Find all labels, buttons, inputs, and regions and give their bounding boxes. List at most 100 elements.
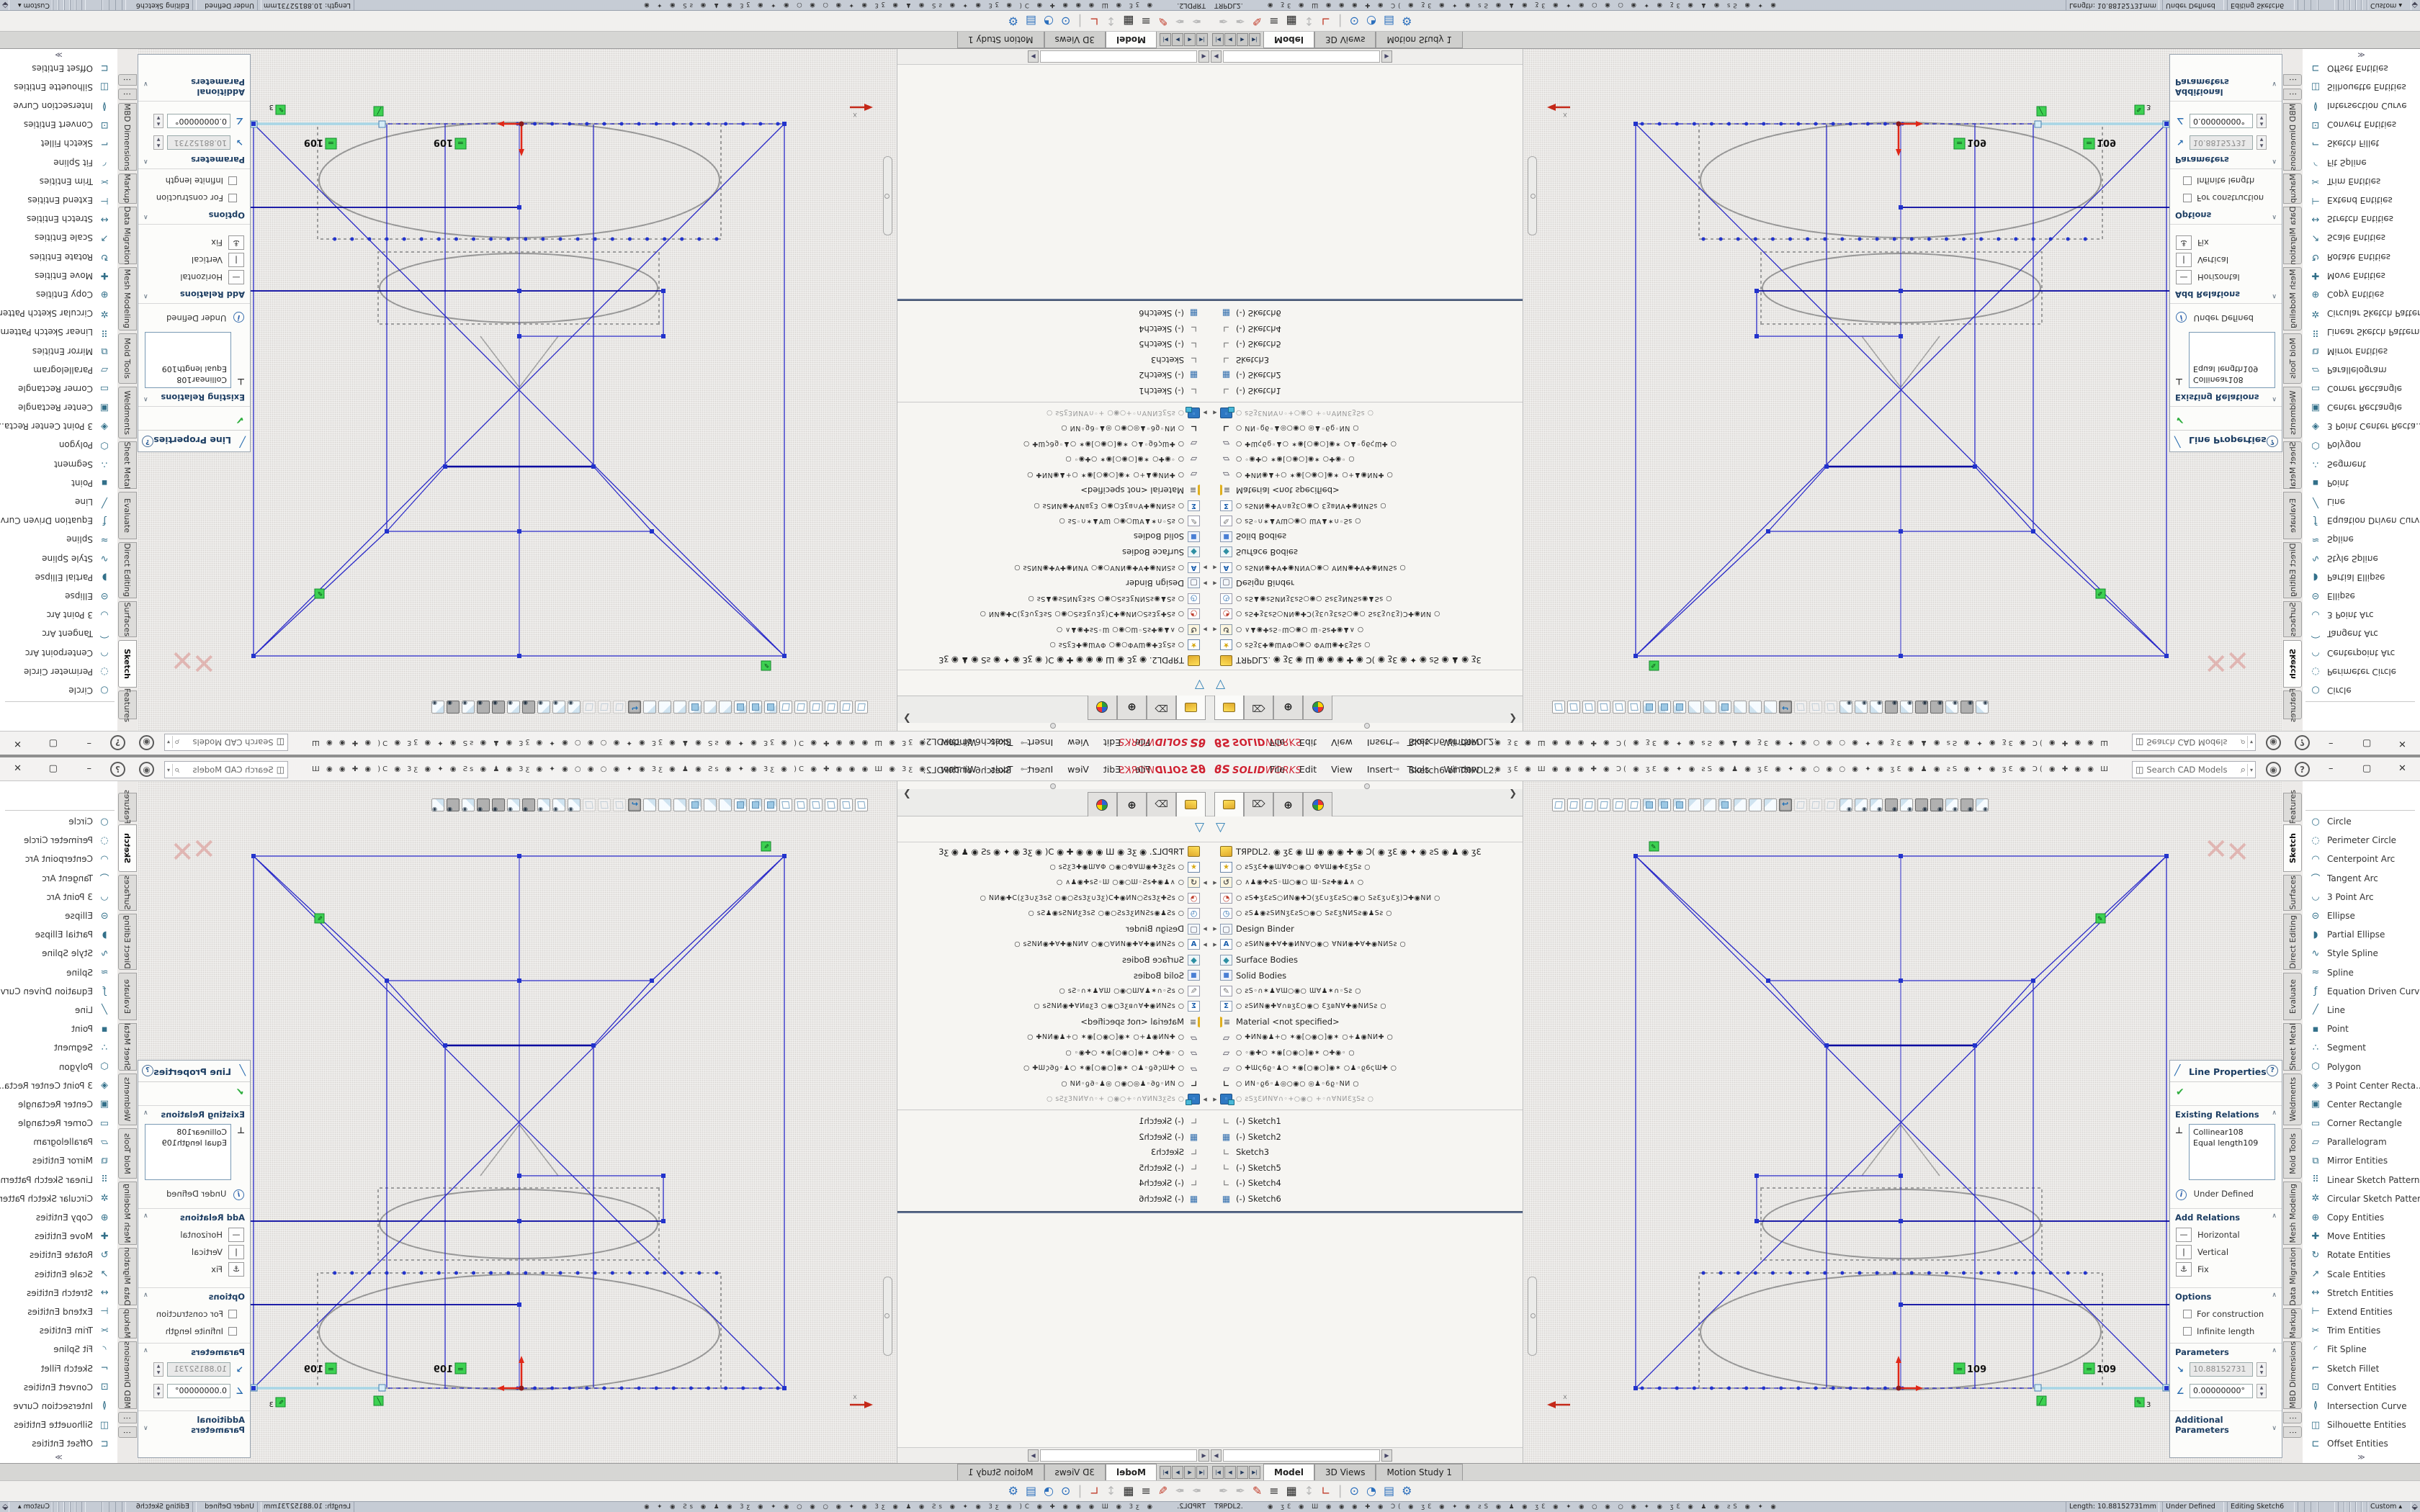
panel-splitter[interactable] — [1524, 49, 1541, 731]
command-tab[interactable]: Markup — [2283, 174, 2302, 204]
tree-row[interactable]: Sketch3 — [897, 1145, 1210, 1161]
search-icon[interactable]: ⌕ — [2241, 765, 2246, 775]
minimize-button[interactable]: – — [87, 738, 92, 749]
cancel-sketch-icon[interactable]: ✕ — [2226, 643, 2250, 676]
tab-nav-button[interactable]: |◀ — [1196, 33, 1208, 46]
options-header[interactable]: Options∧ — [2170, 210, 2282, 225]
options-header[interactable]: Options∧ — [138, 1287, 250, 1302]
sketch-tool-item[interactable]: ∿ Style Spline — [2303, 549, 2420, 568]
sketch-tool-item[interactable]: ↗ Scale Entities — [0, 228, 117, 247]
tree-row[interactable]: TЯPDL2. ◉ ʒƐ ◉ Ш ◉ ◉ ◉ ✚ ◉ Ɔ( ◉ ʒƐ ◉ ✦ ◉… — [897, 844, 1210, 860]
divider[interactable]: | — [1338, 1485, 1343, 1498]
sketch-tool-item[interactable]: ╱ Line — [2303, 492, 2420, 511]
scroll-right-button[interactable]: ▶ — [1028, 50, 1039, 63]
expand-arrow-icon[interactable]: ▶ — [1210, 564, 1220, 570]
menu-item[interactable]: View — [1065, 762, 1091, 776]
dimension-109-left[interactable]: = 109 — [434, 1363, 466, 1375]
camera-gear[interactable]: ⊙ — [1350, 15, 1359, 27]
pin-icon[interactable]: ⊸ — [1021, 764, 1028, 774]
folder-check[interactable]: ▤ — [1026, 1485, 1036, 1497]
existing-relations-header[interactable]: Existing Relations∧ — [138, 392, 250, 407]
command-tab[interactable]: ⋮ — [2283, 1426, 2302, 1438]
tree-row[interactable]: Sketch3 — [897, 352, 1210, 368]
quick-toolbar-icons[interactable]: ◉ ʒƐ ◉ Ш ◉ ◉ ◉ ✚ ◉ Ɔ( ◉ ʒƐ ◉ ✦ ◉ ƨS ◉ ♟ … — [306, 739, 926, 747]
sketch-tool-item[interactable]: ⧉ Mirror Entities — [2303, 341, 2420, 360]
sketch-tool-item[interactable]: ◌ Perimeter Circle — [2303, 831, 2420, 850]
command-tab[interactable]: Evaluate — [2283, 973, 2302, 1020]
search-icon[interactable]: ⌕ — [174, 765, 179, 775]
parameter-input[interactable]: 10.88152731 — [167, 1362, 230, 1377]
menu-item[interactable]: File — [1133, 762, 1152, 776]
sketch-tool-item[interactable]: ▣ Center Rectangle — [0, 398, 117, 417]
relation-button[interactable]: —Horizontal — [143, 1226, 244, 1243]
sketch-tool-item[interactable]: ⬡ Polygon — [2303, 1057, 2420, 1076]
command-tab[interactable]: Weldments — [118, 1074, 137, 1125]
tree-row[interactable]: ○ ƨS◦∩✶♟∀Ɯ○◉○ Ɯ∀♟✶∩◦Sƨ ○ — [1210, 984, 1523, 999]
command-tab[interactable]: Features — [2283, 793, 2302, 822]
tree-row[interactable]: ▶ ○ ƨSʒƐИN∀∩◦+○◉○ +◦∩∀NИƐʒSƨ ○ — [897, 1092, 1210, 1107]
toolbar-overflow-chevron[interactable]: ≫ — [0, 50, 117, 58]
relation-button[interactable]: —Horizontal — [2176, 269, 2277, 286]
sketch-tool-item[interactable]: ▭ Corner Rectangle — [0, 1114, 117, 1133]
command-tab[interactable]: ⋮ — [118, 74, 137, 86]
command-tab[interactable]: MBD Dimensions — [2283, 1341, 2302, 1409]
expand-arrow-icon[interactable]: ▶ — [1210, 1097, 1220, 1102]
command-tab[interactable]: Mold Tools — [2283, 1128, 2302, 1179]
sketch-tool-item[interactable]: ◈ 3 Point Center Recta... — [2303, 1076, 2420, 1095]
tree-row[interactable]: (-) Sketch1 — [1210, 1114, 1523, 1130]
tree-row[interactable]: Material <not specified> — [897, 482, 1210, 498]
document-tab[interactable]: Motion Study 1 — [1376, 1464, 1463, 1480]
command-tab[interactable]: Direct Editing — [2283, 914, 2302, 970]
tree-row[interactable]: ○ ✚Ɯς6ϱ◦♟○ ✶◉[○◉○]◉✶ ○♟◦ϱ6ςƜ✚ ○ — [897, 1061, 1210, 1076]
ok-checkmark-icon[interactable]: ✔ — [236, 1086, 244, 1098]
appearance-tab[interactable] — [1088, 792, 1117, 816]
flyout-arrow-icon[interactable]: ❯ — [1509, 788, 1517, 799]
relation-button[interactable]: |Vertical — [143, 1243, 244, 1261]
tab-nav-button[interactable]: ▶| — [1249, 33, 1260, 46]
command-tab[interactable]: Markup — [2283, 1308, 2302, 1338]
search-box[interactable]: ◫ Search CAD Models ⌕ ▾ — [164, 734, 288, 751]
paintbrush[interactable]: ✎ — [1158, 1485, 1168, 1497]
document-tab[interactable]: Model — [1263, 1464, 1314, 1480]
confirmation-corner[interactable]: ✕ ✕ — [158, 639, 216, 679]
clock-badge[interactable]: ◔ — [1366, 1485, 1376, 1497]
panel-splitter[interactable] — [879, 781, 896, 1463]
sketch-tool-item[interactable]: ○ Circle — [0, 812, 117, 831]
command-tab[interactable]: Direct Editing — [118, 542, 137, 598]
sketch-tool-item[interactable]: ◗ Partial Ellipse — [0, 568, 117, 587]
cancel-sketch-icon[interactable]: ✕ — [170, 836, 194, 869]
splitter-grab-handle[interactable] — [883, 1277, 892, 1356]
sketch-tool-item[interactable]: ╱ Line — [0, 492, 117, 511]
sketch-tool-item[interactable]: ⊕ Copy Entities — [2303, 285, 2420, 304]
document-tab[interactable]: Model — [1106, 1464, 1157, 1480]
checkbox[interactable] — [2183, 1327, 2192, 1336]
sketch-tool-item[interactable]: ⊏ Offset Entities — [0, 59, 117, 78]
parameter-input[interactable]: 10.88152731 — [2190, 135, 2253, 150]
tree-row[interactable]: Surface Bodies — [1210, 953, 1523, 968]
tree-row[interactable] — [1210, 1211, 1523, 1213]
dimension-109-right[interactable]: = 109 — [304, 1363, 336, 1375]
sketch-tool-item[interactable]: ƒ Equation Driven Curve — [0, 511, 117, 530]
checkbox[interactable] — [2183, 1310, 2192, 1318]
search-input[interactable]: Search CAD Models — [2146, 765, 2240, 775]
tree-row[interactable]: ○ ✚ИN◉♟+○ ✶◉[○◉○]◉✶ ○+♟◉NИ✚ ○ — [897, 1030, 1210, 1045]
relation-entry[interactable]: Equal length109 — [2193, 364, 2271, 374]
tree-row[interactable]: ▶ ○ ƨSИN◉✚∀✚◉ИN∀○◉○ ∀NИ◉✚∀✚◉NИSƨ ○ — [897, 937, 1210, 953]
help-icon[interactable]: ? — [110, 735, 125, 750]
status-cube-icon[interactable]: ⬙ — [2412, 1502, 2418, 1511]
command-tab[interactable]: Surfaces — [2283, 601, 2302, 637]
command-tab[interactable]: Data Migration — [2283, 1248, 2302, 1305]
exit-sketch-icon[interactable]: ✕ — [192, 833, 216, 866]
command-tab[interactable]: Mesh Modeling — [118, 1182, 137, 1245]
tree-row[interactable]: Surface Bodies — [1210, 544, 1523, 560]
sketch-tool-item[interactable]: ⌐ Sketch Fillet — [2303, 134, 2420, 153]
tab-nav-button[interactable]: |◀ — [1212, 33, 1224, 46]
close-button[interactable]: ✕ — [2398, 763, 2406, 774]
sketch-tool-item[interactable]: ✲ Circular Sketch Pattern — [2303, 304, 2420, 323]
appearance-tab[interactable] — [1303, 792, 1332, 816]
tab-nav-button[interactable]: |◀ — [1196, 1466, 1208, 1479]
tab-nav-button[interactable]: ▶| — [1249, 1466, 1260, 1479]
panel-splitter-handle[interactable] — [897, 723, 1210, 731]
search-icon[interactable]: ⌕ — [2241, 737, 2246, 748]
sketch-tool-item[interactable]: ↗ Scale Entities — [0, 1265, 117, 1284]
